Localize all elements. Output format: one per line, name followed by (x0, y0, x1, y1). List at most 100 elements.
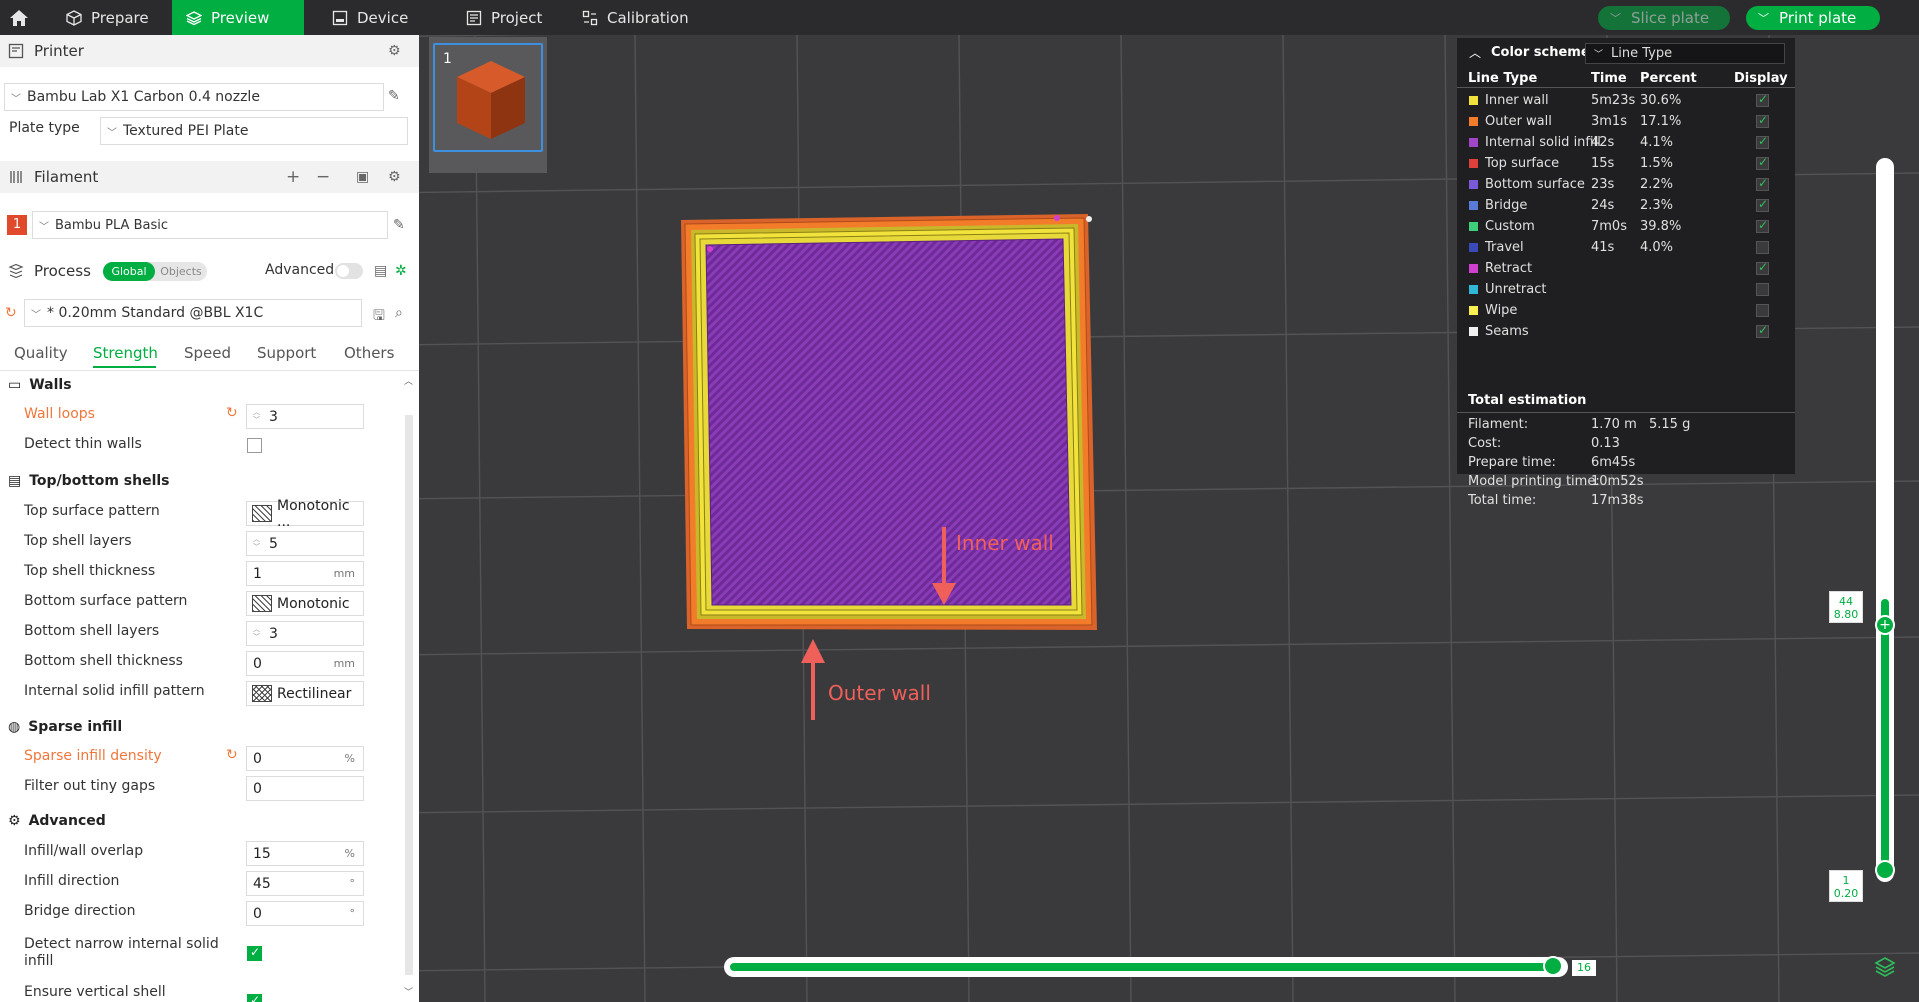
bottom-shell-thickness-input[interactable]: 0 mm (246, 651, 364, 676)
bottom-shell-thickness-value: 0 (253, 655, 262, 672)
filter-tiny-gaps-input[interactable]: 0 (246, 776, 364, 801)
edit-printer-icon[interactable]: ✎ (388, 88, 400, 104)
reset-preset-icon[interactable]: ↻ (5, 305, 17, 321)
home-button[interactable] (0, 0, 38, 35)
add-filament-icon[interactable]: + (286, 167, 300, 187)
tab-support[interactable]: Support (257, 344, 316, 362)
infill-direction-input[interactable]: 45 ° (246, 871, 364, 896)
move-slider-handle[interactable] (1543, 956, 1563, 976)
stepper-arrows-icon[interactable]: ︿ ﹀ (253, 625, 260, 641)
ams-sync-icon[interactable]: ▣ (356, 169, 369, 185)
legend-display-checkbox[interactable] (1756, 283, 1769, 296)
wall-loops-input[interactable]: ︿ ﹀ 3 (246, 404, 364, 429)
tab-prepare[interactable]: Prepare (52, 0, 163, 35)
detect-thin-walls-checkbox[interactable] (247, 438, 262, 453)
legend-display-checkbox[interactable] (1756, 92, 1769, 107)
infill-wall-overlap-input[interactable]: 15 % (246, 841, 364, 866)
legend-display-checkbox[interactable] (1756, 176, 1769, 191)
bottom-shell-layers-input[interactable]: ︿ ﹀ 3 (246, 621, 364, 646)
process-settings-icon[interactable]: ✲ (395, 263, 407, 279)
toggle-objects[interactable]: Objects (155, 262, 207, 281)
top-shell-layers-input[interactable]: ︿ ﹀ 5 (246, 531, 364, 556)
bottom-surface-pattern-select[interactable]: Monotonic (246, 591, 364, 616)
tab-project[interactable]: Project (452, 0, 556, 35)
scroll-up-icon[interactable]: ︿ (404, 374, 413, 387)
unit-degree: ° (349, 877, 356, 890)
stepper-arrows-icon[interactable]: ︿ ﹀ (253, 535, 260, 551)
detect-narrow-solid-infill-checkbox[interactable] (247, 945, 262, 961)
filament-settings-icon[interactable]: ⚙ (388, 169, 401, 185)
legend-display-checkbox[interactable] (1756, 218, 1769, 233)
layer-range-slider[interactable] (1876, 158, 1894, 882)
legend-row: Seams (1457, 321, 1795, 342)
slice-plate-button[interactable]: ﹀ Slice plate (1598, 6, 1730, 30)
chevron-down-icon: ﹀ (31, 309, 41, 321)
layer-move-slider[interactable] (724, 957, 1568, 977)
toggle-global[interactable]: Global (103, 262, 155, 281)
legend-name: Custom (1485, 219, 1535, 234)
internal-solid-infill-pattern-select[interactable]: Rectilinear (246, 681, 364, 706)
top-layer-number: 44 (1839, 595, 1853, 608)
sliced-object-preview[interactable] (681, 214, 1097, 630)
tab-speed[interactable]: Speed (184, 344, 231, 362)
legend-row: Custom 7m0s 39.8% (1457, 216, 1795, 237)
scroll-down-icon[interactable]: ﹀ (404, 985, 413, 998)
wall-loops-value: 3 (269, 408, 278, 425)
bottom-shell-layers-value: 3 (269, 625, 278, 642)
global-objects-toggle[interactable]: Global Objects (103, 262, 207, 281)
remove-filament-icon[interactable]: − (316, 167, 330, 187)
sparse-infill-density-input[interactable]: 0 % (246, 746, 364, 771)
bottom-layer-handle[interactable] (1875, 860, 1895, 880)
reset-icon[interactable]: ↻ (226, 405, 238, 421)
printer-select[interactable]: ﹀ Bambu Lab X1 Carbon 0.4 nozzle (4, 83, 384, 111)
tab-quality[interactable]: Quality (14, 344, 68, 362)
color-scheme-select[interactable]: ﹀ Line Type (1585, 43, 1785, 64)
collapse-icon[interactable]: ︿ (1469, 44, 1481, 61)
tab-calibration[interactable]: Calibration (568, 0, 703, 35)
tab-device[interactable]: Device (318, 0, 422, 35)
ensure-vertical-shell-checkbox[interactable] (247, 993, 262, 1002)
legend-display-checkbox[interactable] (1756, 113, 1769, 128)
top-layer-handle[interactable]: + (1875, 615, 1895, 635)
tab-preview[interactable]: Preview (172, 0, 304, 35)
filament-select[interactable]: ﹀ Bambu PLA Basic (32, 211, 388, 239)
settings-scrollbar[interactable] (405, 415, 413, 975)
compare-presets-icon[interactable]: ▤ (374, 263, 387, 279)
tab-strength[interactable]: Strength (93, 344, 158, 362)
legend-display-checkbox[interactable] (1756, 155, 1769, 170)
legend-color-swatch (1469, 306, 1478, 315)
col-percent: Percent (1640, 71, 1697, 86)
process-preset-select[interactable]: ﹀ * 0.20mm Standard @BBL X1C (24, 299, 362, 327)
plate-thumbnail-panel[interactable]: 1 (429, 37, 547, 173)
calibration-icon (582, 10, 598, 25)
legend-name: Seams (1485, 324, 1529, 339)
tab-others[interactable]: Others (344, 344, 394, 362)
legend-row: Bottom surface 23s 2.2% (1457, 174, 1795, 195)
top-shell-thickness-input[interactable]: 1 mm (246, 561, 364, 586)
legend-name: Retract (1485, 261, 1533, 276)
legend-display-checkbox[interactable] (1756, 134, 1769, 149)
reset-icon[interactable]: ↻ (226, 747, 238, 763)
legend-display-checkbox[interactable] (1756, 323, 1769, 338)
legend-display-checkbox[interactable] (1756, 304, 1769, 317)
save-preset-icon[interactable]: 🖫 (373, 305, 385, 329)
legend-percent: 17.1% (1640, 114, 1682, 129)
top-surface-pattern-select[interactable]: Monotonic ... (246, 498, 364, 530)
search-icon[interactable]: ⌕ (395, 305, 403, 321)
legend-display-checkbox[interactable] (1756, 260, 1769, 275)
legend-display-checkbox[interactable] (1756, 197, 1769, 212)
sparse-infill-density-value: 0 (253, 750, 262, 767)
print-plate-button[interactable]: ﹀ Print plate (1746, 6, 1880, 30)
top-surface-pattern-value: Monotonic ... (277, 497, 350, 530)
edit-filament-icon[interactable]: ✎ (393, 217, 405, 233)
legend-display-checkbox[interactable] (1756, 241, 1769, 254)
plate-type-select[interactable]: ﹀ Textured PEI Plate (100, 117, 408, 145)
advanced-toggle[interactable] (335, 263, 363, 279)
infill-direction-value: 45 (253, 875, 271, 892)
filament-slot-badge[interactable]: 1 (7, 215, 27, 235)
printer-settings-icon[interactable]: ⚙ (388, 43, 401, 59)
ensure-vertical-shell-label: Ensure vertical shell (24, 984, 166, 1000)
layers-toggle-icon[interactable] (1874, 956, 1896, 978)
bridge-direction-input[interactable]: 0 ° (246, 901, 364, 926)
stepper-arrows-icon[interactable]: ︿ ﹀ (253, 408, 260, 424)
